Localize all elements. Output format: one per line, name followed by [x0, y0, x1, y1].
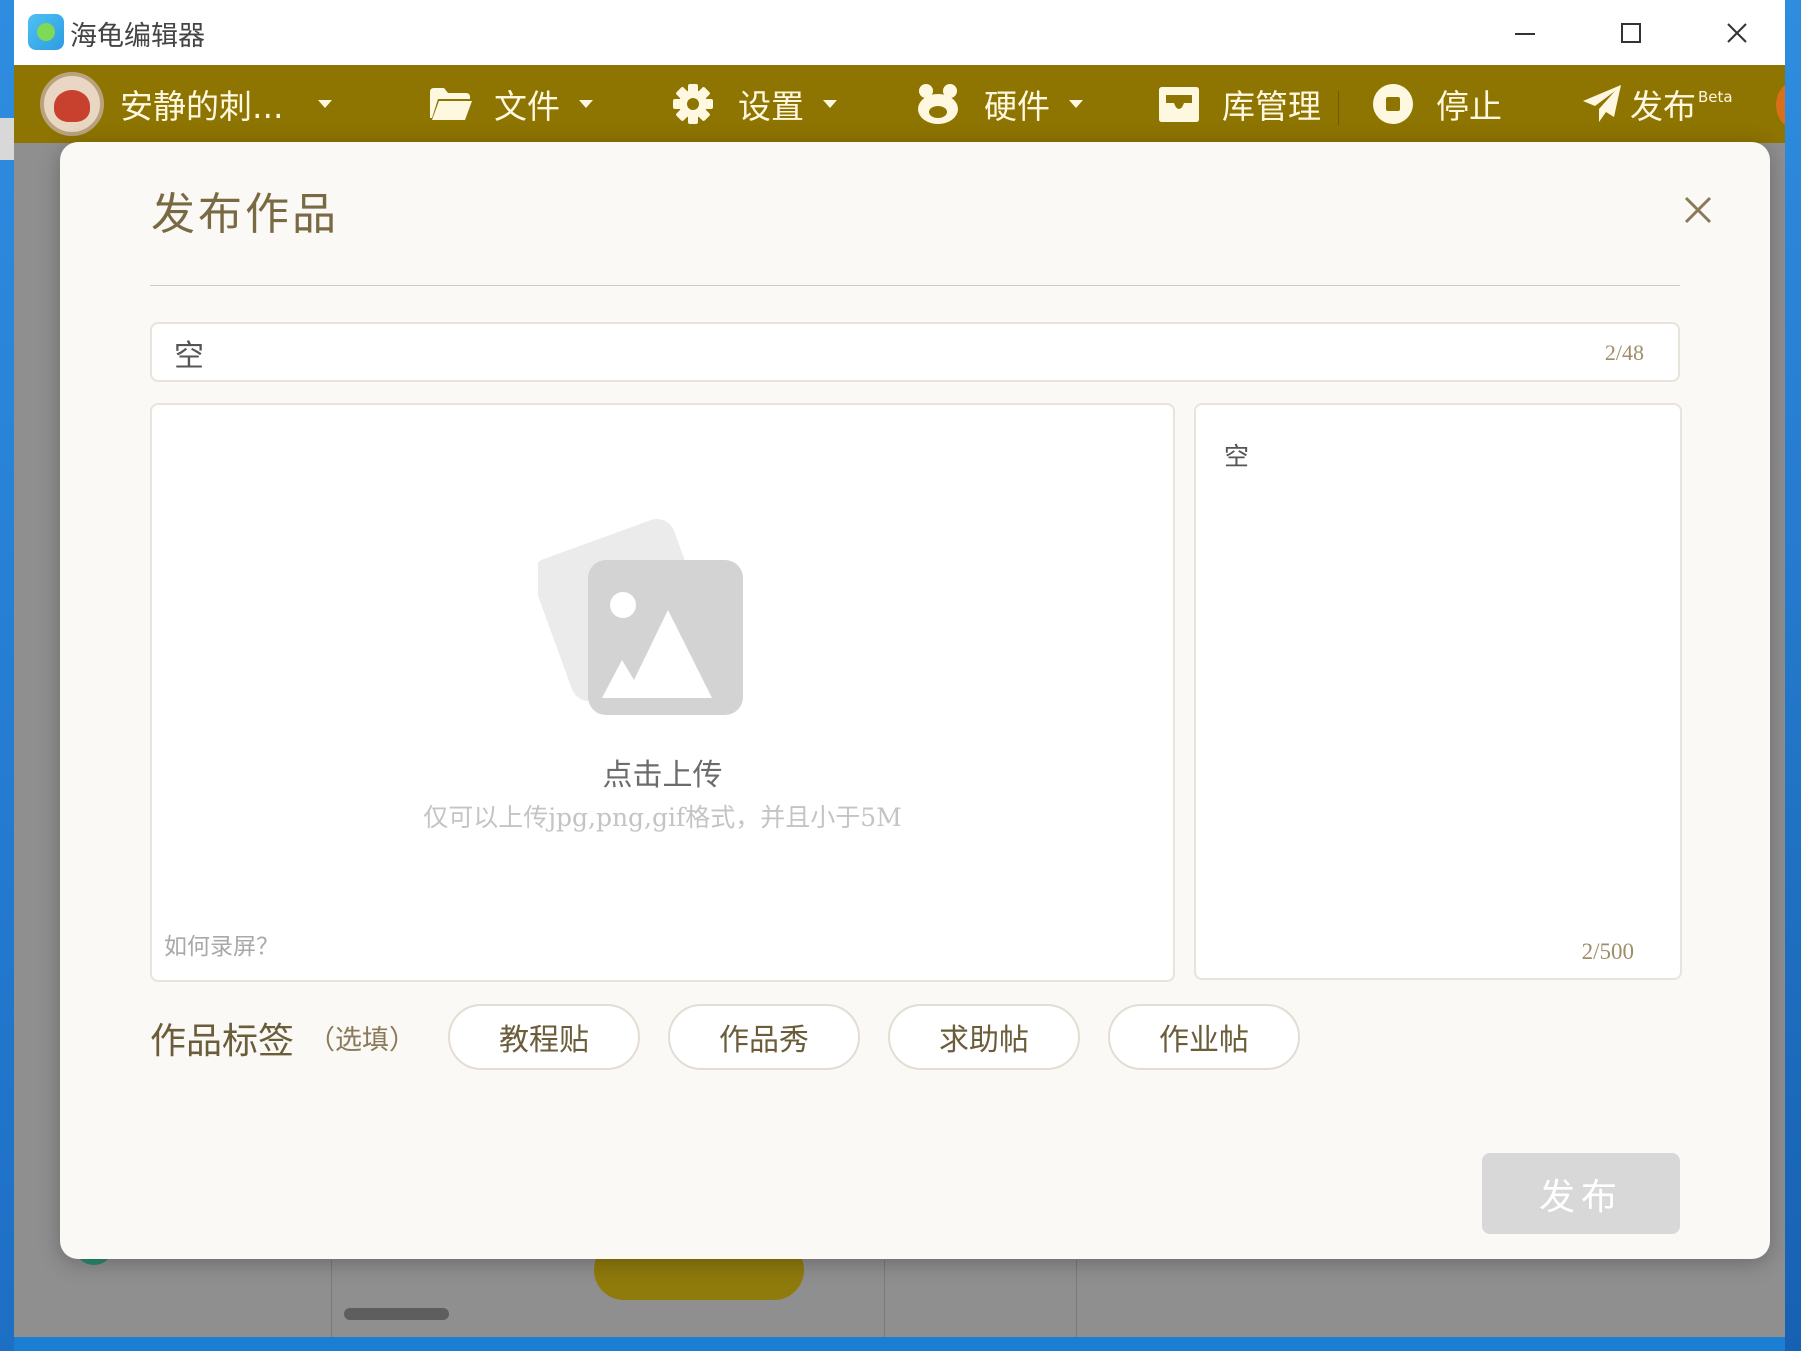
description-char-counter: 2/500 — [1581, 939, 1634, 964]
dialog-title: 发布作品 — [151, 189, 339, 240]
chevron-down-icon — [318, 100, 333, 108]
tags-optional-note: （选填） — [308, 1025, 416, 1056]
toolbar-separator — [1338, 91, 1339, 125]
app-logo-icon — [28, 14, 64, 50]
maximize-icon — [1621, 22, 1641, 43]
tag-help[interactable]: 求助帖 — [888, 1004, 1080, 1070]
desktop-right-edge — [1785, 0, 1801, 1351]
main-toolbar: 安静的刺... 文件 设置 硬件 库管理 停止 发布 Beta — [14, 65, 1785, 143]
file-label: 文件 — [494, 87, 560, 126]
background-divider — [331, 1260, 332, 1337]
image-placeholder-icon — [538, 518, 743, 715]
close-icon — [1684, 196, 1712, 224]
toolbar-right-avatar[interactable] — [1776, 81, 1785, 129]
window-close-button[interactable] — [1692, 0, 1782, 65]
file-menu[interactable]: 文件 — [428, 65, 594, 143]
upload-label: 点击上传 — [602, 758, 723, 793]
work-title-input[interactable] — [172, 324, 1476, 382]
publish-label: 发布 — [1630, 87, 1696, 126]
app-window: 海龟编辑器 安静的刺... 文件 设置 硬件 库管理 停止 发布 Beta 发布… — [14, 0, 1785, 1337]
library-label: 库管理 — [1222, 87, 1321, 126]
folder-icon — [430, 88, 472, 120]
hardware-icon — [918, 84, 958, 124]
image-upload-area[interactable]: 点击上传 仅可以上传jpg,png,gif格式，并且小于5M 如何录屏？ — [150, 403, 1175, 982]
background-scrollbar — [344, 1308, 449, 1320]
minimize-icon — [1515, 32, 1535, 35]
how-to-record-link[interactable]: 如何录屏？ — [164, 927, 279, 961]
close-icon — [1727, 22, 1747, 43]
description-field: 空 2/500 — [1194, 403, 1682, 980]
desktop-fragment — [0, 118, 14, 160]
tag-homework[interactable]: 作业帖 — [1108, 1004, 1300, 1070]
beta-badge: Beta — [1698, 88, 1733, 106]
tag-showcase[interactable]: 作品秀 — [668, 1004, 860, 1070]
title-bar: 海龟编辑器 — [14, 0, 1785, 65]
dialog-divider — [150, 285, 1680, 286]
settings-label: 设置 — [738, 87, 804, 126]
background-divider — [1076, 1260, 1077, 1337]
stop-icon — [1373, 84, 1413, 124]
paper-plane-icon — [1583, 85, 1621, 122]
chevron-down-icon — [579, 100, 593, 108]
dialog-close-button[interactable] — [1680, 192, 1716, 228]
hardware-label: 硬件 — [984, 87, 1050, 126]
maximize-button[interactable] — [1586, 0, 1676, 65]
library-manage-button[interactable]: 库管理 — [1158, 65, 1321, 143]
publish-dialog: 发布作品 2/48 点击上传 仅可以上传jpg,png,gif格式，并且小于5M… — [60, 142, 1770, 1259]
tag-tutorial[interactable]: 教程贴 — [448, 1004, 640, 1070]
library-box-icon — [1159, 87, 1199, 122]
chevron-down-icon — [823, 100, 837, 108]
stop-button[interactable]: 停止 — [1372, 65, 1502, 143]
avatar — [40, 72, 104, 136]
upload-hint: 仅可以上传jpg,png,gif格式，并且小于5M — [423, 803, 902, 832]
settings-menu[interactable]: 设置 — [672, 65, 838, 143]
gear-icon — [673, 84, 713, 124]
chevron-down-icon — [1069, 100, 1083, 108]
user-menu[interactable]: 安静的刺... — [40, 65, 333, 143]
stop-label: 停止 — [1436, 87, 1502, 126]
title-char-counter: 2/48 — [1604, 340, 1644, 365]
description-textarea[interactable]: 空 — [1222, 435, 1656, 919]
minimize-button[interactable] — [1480, 0, 1570, 65]
user-name: 安静的刺... — [120, 87, 284, 126]
desktop-left-edge — [0, 0, 14, 1351]
hardware-menu[interactable]: 硬件 — [916, 65, 1084, 143]
background-divider — [884, 1260, 885, 1337]
tags-label: 作品标签 — [150, 1021, 295, 1062]
app-title: 海龟编辑器 — [70, 21, 205, 52]
publish-menu-button[interactable]: 发布 Beta — [1582, 65, 1733, 143]
work-title-field: 2/48 — [150, 322, 1680, 382]
publish-button[interactable]: 发布 — [1482, 1153, 1680, 1234]
